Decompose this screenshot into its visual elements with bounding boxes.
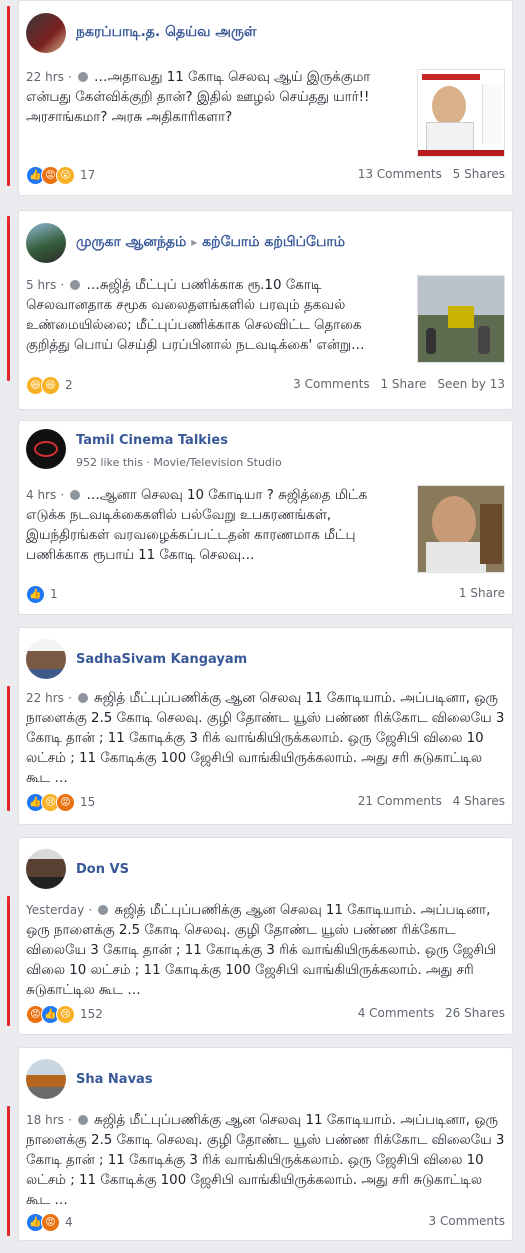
author-name[interactable]: SadhaSivam Kangayam bbox=[76, 652, 247, 667]
reaction-count: 152 bbox=[80, 1007, 103, 1021]
globe-icon bbox=[70, 280, 81, 290]
post-time[interactable]: Yesterday bbox=[26, 903, 84, 917]
comments-link[interactable]: 13 Comments bbox=[358, 167, 442, 181]
avatar[interactable] bbox=[26, 849, 66, 889]
post-body: 5 hrs · …சுஜித் மீட்புப் பணிக்காக ரூ.10 … bbox=[26, 278, 365, 353]
reactions[interactable]: 👍 😡 😮 17 bbox=[26, 165, 95, 185]
reactions[interactable]: 😡 👍 😢 152 bbox=[26, 1004, 103, 1024]
accent-bar bbox=[7, 686, 10, 811]
author-link[interactable]: முருகா ஆனந்தம் bbox=[76, 234, 186, 250]
arrow-icon: ▸ bbox=[191, 235, 198, 249]
comments-link[interactable]: 3 Comments bbox=[293, 377, 370, 391]
globe-icon bbox=[77, 1115, 88, 1125]
post-card: SadhaSivam Kangayam 22 hrs · சுஜித் மீட்… bbox=[7, 627, 513, 825]
shares-link[interactable]: 1 Share bbox=[380, 377, 426, 391]
post-card: Sha Navas 18 hrs · சுஜித் மீட்புப்பணிக்க… bbox=[7, 1047, 513, 1241]
post-body: 22 hrs · …அதாவது 11 கோடி செலவு ஆய் இருக்… bbox=[26, 70, 371, 125]
author-name[interactable]: Tamil Cinema Talkies bbox=[76, 433, 228, 448]
globe-icon bbox=[98, 905, 109, 915]
comments-link[interactable]: 4 Comments bbox=[358, 1006, 435, 1020]
shares-link[interactable]: 1 Share bbox=[459, 586, 505, 600]
post-body: Yesterday · சுஜித் மீட்புப்பணிக்கு ஆன செ… bbox=[26, 903, 497, 998]
post-footer: 👍 1 1 Share bbox=[26, 584, 505, 604]
post-footer: 👍 😡 😮 17 13 Comments 5 Shares bbox=[26, 165, 505, 185]
avatar[interactable] bbox=[26, 223, 66, 263]
globe-icon bbox=[70, 490, 81, 500]
post-thumbnail[interactable] bbox=[417, 275, 505, 363]
avatar[interactable] bbox=[26, 429, 66, 469]
shares-link[interactable]: 4 Shares bbox=[453, 794, 505, 808]
author-name[interactable]: நகரப்பாடி.த. தெய்வ அருள் bbox=[76, 24, 257, 42]
reactions[interactable]: 👍 😡 4 bbox=[26, 1212, 73, 1232]
like-icon: 👍 bbox=[26, 584, 45, 604]
post-body: 22 hrs · சுஜித் மீட்புப்பணிக்கு ஆன செலவு… bbox=[26, 691, 505, 786]
post-card: Tamil Cinema Talkies 952 like this · Mov… bbox=[18, 420, 513, 615]
globe-icon bbox=[77, 693, 88, 703]
post-text: சுஜித் மீட்புப்பணிக்கு ஆன செலவு 11 கோடிய… bbox=[26, 1113, 505, 1208]
author-name[interactable]: Sha Navas bbox=[76, 1072, 153, 1087]
post-time[interactable]: 22 hrs bbox=[26, 70, 64, 84]
post-card: நகரப்பாடி.த. தெய்வ அருள் 22 hrs · …அதாவத… bbox=[7, 0, 513, 196]
avatar[interactable] bbox=[26, 1059, 66, 1099]
post-body: 4 hrs · …ஆனா செலவு 10 கோடியா ? சுஜித்தை … bbox=[26, 488, 368, 563]
haha-icon: 😆 bbox=[41, 375, 60, 395]
post-footer: 👍 😡 4 3 Comments bbox=[26, 1212, 505, 1232]
post-footer: 😆 😆 2 3 Comments 1 Share Seen by 13 bbox=[26, 375, 505, 395]
post-time[interactable]: 5 hrs bbox=[26, 278, 56, 292]
accent-bar bbox=[7, 216, 10, 381]
post-time[interactable]: 22 hrs bbox=[26, 691, 64, 705]
seen-by[interactable]: Seen by 13 bbox=[437, 377, 505, 391]
reaction-count: 1 bbox=[50, 587, 58, 601]
wow-icon: 😮 bbox=[56, 165, 75, 185]
reactions[interactable]: 👍 1 bbox=[26, 584, 58, 604]
post-text: சுஜித் மீட்புப்பணிக்கு ஆன செலவு 11 கோடிய… bbox=[26, 691, 505, 786]
post-body: 18 hrs · சுஜித் மீட்புப்பணிக்கு ஆன செலவு… bbox=[26, 1113, 505, 1208]
reactions[interactable]: 😆 😆 2 bbox=[26, 375, 73, 395]
comments-link[interactable]: 3 Comments bbox=[429, 1214, 506, 1228]
shares-link[interactable]: 5 Shares bbox=[453, 167, 505, 181]
angry-icon: 😡 bbox=[56, 792, 75, 812]
accent-bar bbox=[7, 896, 10, 1026]
post-card: முருகா ஆனந்தம் ▸ கற்போம் கற்பிப்போம் 5 h… bbox=[7, 210, 513, 410]
group-link[interactable]: கற்போம் கற்பிப்போம் bbox=[202, 234, 345, 250]
reactions[interactable]: 👍 😢 😡 15 bbox=[26, 792, 95, 812]
reaction-count: 2 bbox=[65, 378, 73, 392]
reaction-count: 4 bbox=[65, 1215, 73, 1229]
angry-icon: 😡 bbox=[41, 1212, 60, 1232]
accent-bar bbox=[7, 6, 10, 186]
post-time[interactable]: 18 hrs bbox=[26, 1113, 64, 1127]
globe-icon bbox=[77, 72, 88, 82]
avatar[interactable] bbox=[26, 639, 66, 679]
author-name: முருகா ஆனந்தம் ▸ கற்போம் கற்பிப்போம் bbox=[76, 234, 345, 252]
author-name[interactable]: Don VS bbox=[76, 862, 129, 877]
avatar[interactable] bbox=[26, 13, 66, 53]
reaction-count: 17 bbox=[80, 168, 96, 182]
post-thumbnail[interactable] bbox=[417, 485, 505, 573]
page-info: 952 like this · Movie/Television Studio bbox=[76, 456, 282, 469]
post-text: சுஜித் மீட்புப்பணிக்கு ஆன செலவு 11 கோடிய… bbox=[26, 903, 497, 998]
post-card: Don VS Yesterday · சுஜித் மீட்புப்பணிக்க… bbox=[7, 837, 513, 1035]
sad-icon: 😢 bbox=[56, 1004, 75, 1024]
post-footer: 😡 👍 😢 152 4 Comments 26 Shares bbox=[26, 1004, 505, 1024]
reaction-count: 15 bbox=[80, 795, 96, 809]
accent-bar bbox=[7, 1106, 10, 1236]
shares-link[interactable]: 26 Shares bbox=[445, 1006, 505, 1020]
post-footer: 👍 😢 😡 15 21 Comments 4 Shares bbox=[26, 792, 505, 812]
post-thumbnail[interactable] bbox=[417, 69, 505, 157]
comments-link[interactable]: 21 Comments bbox=[358, 794, 442, 808]
post-time[interactable]: 4 hrs bbox=[26, 488, 56, 502]
